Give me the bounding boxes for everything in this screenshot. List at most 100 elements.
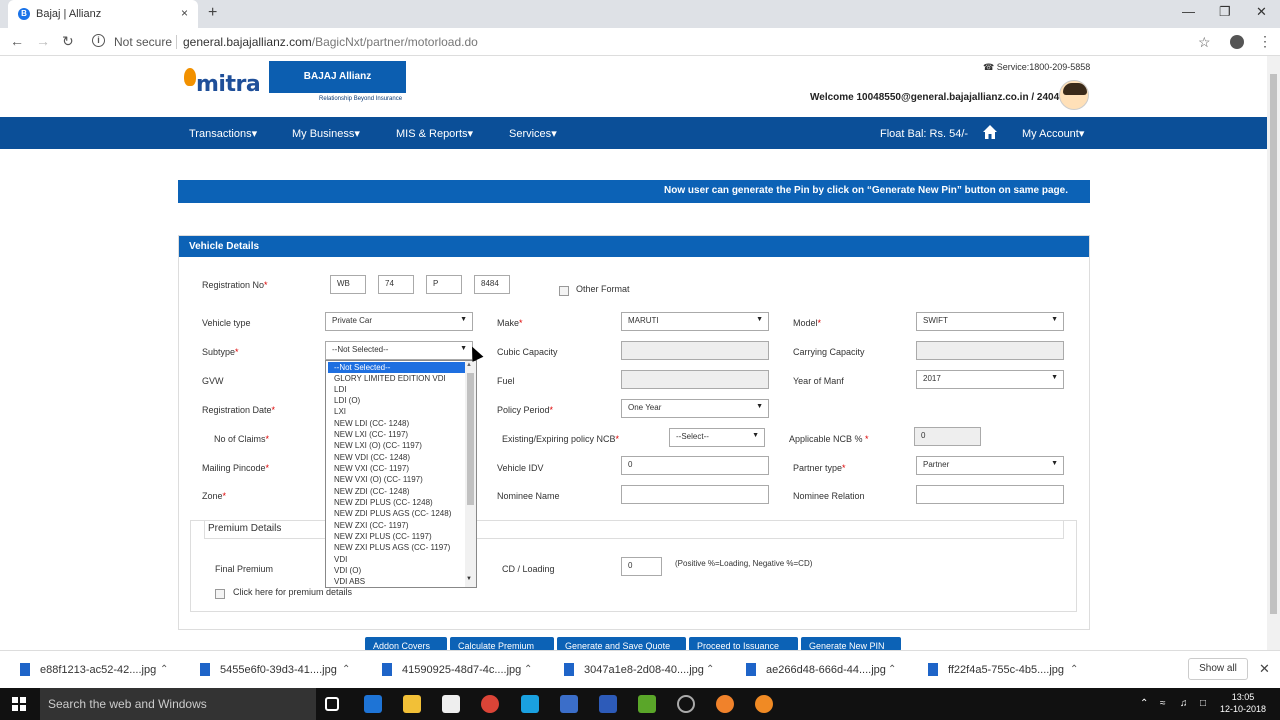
skype-icon[interactable] — [521, 695, 539, 713]
user-avatar[interactable] — [1059, 80, 1089, 110]
other-format-checkbox[interactable] — [559, 286, 569, 296]
subtype-option[interactable]: LXI — [328, 406, 466, 417]
subtype-option[interactable]: VDI ABS — [328, 576, 466, 587]
chevron-up-icon[interactable]: ⌃ — [888, 664, 896, 675]
dropdown-scrollbar[interactable]: ▲ ▼ — [465, 361, 476, 587]
chevron-up-icon[interactable]: ⌃ — [1070, 664, 1078, 675]
scroll-down-icon[interactable]: ▼ — [466, 576, 472, 582]
notification-icon[interactable]: □ — [1200, 698, 1206, 709]
partner-type-select[interactable]: Partner ▼ — [916, 456, 1064, 475]
subtype-option[interactable]: VDI — [328, 554, 466, 565]
volume-icon[interactable]: ♫ — [1180, 698, 1188, 709]
generate-save-quote-button[interactable]: Generate and Save Quote — [557, 637, 686, 651]
page-scrollbar-thumb[interactable] — [1270, 74, 1277, 614]
edge-icon[interactable] — [364, 695, 382, 713]
chrome-icon[interactable] — [481, 695, 499, 713]
firefox-icon[interactable] — [716, 695, 734, 713]
subtype-dropdown-list[interactable]: --Not Selected-- GLORY LIMITED EDITION V… — [325, 360, 477, 588]
file-explorer-icon[interactable] — [403, 695, 421, 713]
wifi-icon[interactable]: ≈ — [1160, 698, 1166, 709]
app-icon[interactable] — [677, 695, 695, 713]
menu-kebab-icon[interactable]: ⋮ — [1258, 33, 1272, 50]
firefox-dev-icon[interactable] — [755, 695, 773, 713]
vehicle-type-select[interactable]: Private Car ▼ — [325, 312, 473, 331]
camtasia-icon[interactable] — [638, 695, 656, 713]
premium-details-checkbox[interactable] — [215, 589, 225, 599]
subtype-option[interactable]: NEW VXI (O) (CC- 1197) — [328, 474, 466, 485]
proceed-issuance-button[interactable]: Proceed to Issuance — [689, 637, 798, 651]
chevron-up-icon[interactable]: ⌃ — [524, 664, 532, 675]
subtype-option[interactable]: NEW VXI (CC- 1197) — [328, 463, 466, 474]
chevron-up-icon[interactable]: ⌃ — [342, 664, 350, 675]
window-close-icon[interactable]: ✕ — [1256, 4, 1267, 20]
generate-new-pin-button[interactable]: Generate New PIN — [801, 637, 901, 651]
subtype-option[interactable]: NEW LXI (CC- 1197) — [328, 429, 466, 440]
nominee-relation-field[interactable] — [916, 485, 1064, 504]
subtype-option[interactable]: NEW ZXI (CC- 1197) — [328, 520, 466, 531]
url-text[interactable]: general.bajajallianz.com/BagicNxt/partne… — [183, 35, 478, 49]
nav-services[interactable]: Services▾ — [509, 127, 557, 140]
subtype-option[interactable]: VDI (O) — [328, 565, 466, 576]
nav-my-account[interactable]: My Account▾ — [1022, 127, 1084, 140]
policy-period-select[interactable]: One Year ▼ — [621, 399, 769, 418]
scroll-up-icon[interactable]: ▲ — [466, 362, 472, 368]
close-icon[interactable]: ✕ — [1259, 661, 1270, 677]
make-select[interactable]: MARUTI ▼ — [621, 312, 769, 331]
nominee-name-field[interactable] — [621, 485, 769, 504]
word-icon[interactable] — [599, 695, 617, 713]
maximize-icon[interactable]: ❐ — [1219, 4, 1231, 20]
profile-avatar-icon[interactable] — [1230, 35, 1244, 49]
chevron-up-icon[interactable]: ⌃ — [160, 664, 168, 675]
show-all-button[interactable]: Show all — [1188, 658, 1248, 680]
subtype-option[interactable]: GLORY LIMITED EDITION VDI — [328, 373, 466, 384]
reg-state-field[interactable]: WB — [330, 275, 366, 294]
reg-number-field[interactable]: 8484 — [474, 275, 510, 294]
subtype-option[interactable]: NEW ZDI (CC- 1248) — [328, 486, 466, 497]
subtype-option[interactable]: --Not Selected-- — [328, 362, 466, 373]
reg-rto-field[interactable]: 74 — [378, 275, 414, 294]
calculate-premium-button[interactable]: Calculate Premium — [450, 637, 554, 651]
subtype-option[interactable]: NEW VDI (CC- 1248) — [328, 452, 466, 463]
tab-close-icon[interactable]: × — [181, 6, 188, 20]
subtype-select[interactable]: --Not Selected-- ▼ — [325, 341, 473, 360]
subtype-option[interactable]: NEW LXI (O) (CC- 1197) — [328, 440, 466, 451]
vehicle-idv-field[interactable]: 0 — [621, 456, 769, 475]
nav-my-business[interactable]: My Business▾ — [292, 127, 360, 140]
chevron-up-icon[interactable]: ⌃ — [706, 664, 714, 675]
subtype-option[interactable]: NEW ZDI PLUS (CC- 1248) — [328, 497, 466, 508]
model-select[interactable]: SWIFT ▼ — [916, 312, 1064, 331]
year-select[interactable]: 2017 ▼ — [916, 370, 1064, 389]
browser-tab[interactable]: B Bajaj | Allianz × — [8, 0, 198, 28]
taskbar-clock[interactable]: 13:05 12-10-2018 — [1220, 691, 1266, 715]
back-icon[interactable]: ← — [10, 33, 24, 49]
reload-icon[interactable]: ↻ — [62, 33, 74, 50]
info-icon[interactable]: i — [92, 34, 105, 47]
subtype-option[interactable]: NEW LDI (CC- 1248) — [328, 418, 466, 429]
omnibox[interactable]: i Not secure general.bajajallianz.com/Ba… — [86, 31, 1226, 53]
store-icon[interactable] — [442, 695, 460, 713]
subtype-option[interactable]: NEW ZXI PLUS AGS (CC- 1197) — [328, 542, 466, 553]
page-scrollbar[interactable] — [1267, 56, 1280, 650]
ncb-select[interactable]: --Select-- ▼ — [669, 428, 765, 447]
windows-start-icon[interactable] — [12, 697, 26, 711]
addon-covers-button[interactable]: Addon Covers — [365, 637, 447, 651]
premium-details-link[interactable]: Click here for premium details — [233, 587, 352, 597]
home-icon[interactable] — [982, 124, 998, 140]
reg-series-field[interactable]: P — [426, 275, 462, 294]
nav-mis-reports[interactable]: MIS & Reports▾ — [396, 127, 473, 140]
task-view-icon[interactable] — [325, 697, 339, 711]
vscode-icon[interactable] — [560, 695, 578, 713]
bookmark-star-icon[interactable]: ☆ — [1198, 34, 1211, 51]
subtype-option[interactable]: LDI — [328, 384, 466, 395]
cd-loading-field[interactable]: 0 — [621, 557, 662, 576]
taskbar-search[interactable]: Search the web and Windows — [40, 688, 316, 720]
forward-icon[interactable]: → — [36, 33, 50, 49]
subtype-option[interactable]: NEW ZDI PLUS AGS (CC- 1248) — [328, 508, 466, 519]
new-tab-button[interactable]: + — [208, 4, 217, 22]
subtype-option[interactable]: NEW ZXI PLUS (CC- 1197) — [328, 531, 466, 542]
tray-chevron-up-icon[interactable]: ⌃ — [1140, 698, 1148, 709]
minimize-icon[interactable]: — — [1182, 4, 1195, 19]
nav-transactions[interactable]: Transactions▾ — [189, 127, 257, 140]
dropdown-scrollbar-thumb[interactable] — [467, 373, 474, 505]
subtype-option[interactable]: LDI (O) — [328, 395, 466, 406]
